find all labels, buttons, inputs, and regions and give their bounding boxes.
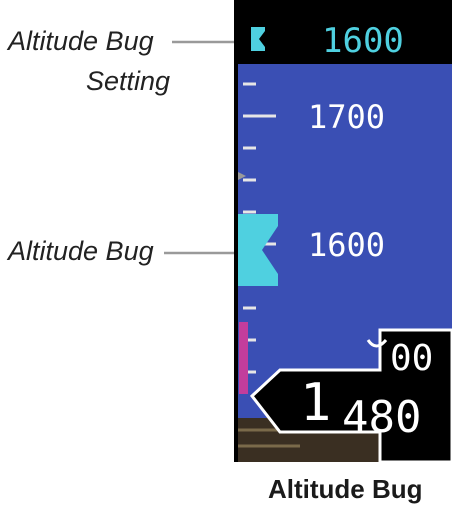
readout-big-digit: 1 <box>300 373 331 433</box>
trend-vector <box>239 322 248 394</box>
tape-label-1700: 1700 <box>308 98 385 136</box>
tape-label-1600: 1600 <box>308 226 385 264</box>
readout-lower-digits: 480 <box>342 392 421 443</box>
readout-upper-digits: 00 <box>390 338 433 379</box>
figure-caption: Altitude Bug <box>268 474 423 504</box>
altitude-tape-diagram: 1600 1700 1600 1 00 480 <box>164 0 452 464</box>
bug-setting-value: 1600 <box>322 21 404 61</box>
